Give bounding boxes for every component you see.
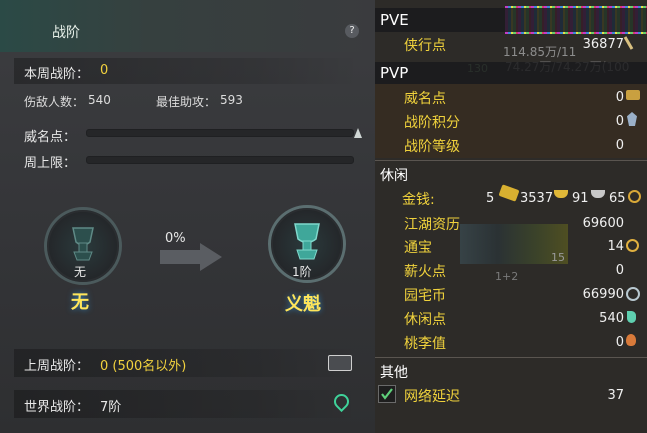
progress-arrow-body [160, 250, 202, 264]
other-header: 其他 [380, 365, 408, 381]
pvp-score-value: 0 [615, 114, 624, 129]
slot-number: 15 [551, 251, 565, 264]
money-copper: 65 [609, 191, 626, 206]
leisure-item-4-label: 休闲点 [404, 312, 446, 328]
pvp-level-label: 战阶等级 [404, 139, 460, 155]
money-gold-bar: 5 [486, 191, 495, 206]
rank-progress: 0% [165, 231, 186, 246]
current-rank-name: 无 [71, 292, 89, 313]
leisure-item-2-value: 0 [615, 263, 624, 278]
fame-bar [86, 129, 354, 137]
money-silver: 91 [572, 191, 589, 206]
leaf-icon [627, 311, 636, 323]
fame-badge-icon [626, 90, 640, 100]
other-item-label: 网络延迟 [404, 389, 460, 405]
last-week-value: 0 (500名以外) [100, 359, 187, 374]
divider [375, 160, 647, 161]
pvp-fame-label: 威名点 [404, 91, 446, 107]
leisure-item-3-value: 66990 [582, 287, 624, 302]
hotkey-text: 1+2 [495, 270, 519, 283]
pve-item-label: 侠行点 [404, 38, 446, 54]
pvp-level-value: 0 [615, 138, 624, 153]
leisure-item-5-label: 桃李值 [404, 336, 446, 352]
leisure-item-4-value: 540 [599, 311, 624, 326]
leisure-item-1-label: 通宝 [404, 240, 432, 256]
fame-label: 威名点： [24, 130, 77, 145]
house-coin-icon [626, 287, 640, 301]
leisure-header: 休闲 [380, 168, 408, 184]
defeated-value: 540 [88, 93, 111, 107]
pvp-fame-value: 0 [615, 90, 624, 105]
leisure-item-3-label: 园宅币 [404, 288, 446, 304]
latency-checkbox[interactable] [378, 385, 396, 403]
copper-coin-icon [628, 190, 641, 203]
leisure-item-0-label: 江湖资历 [404, 217, 460, 233]
next-rank-text: 1阶 [292, 265, 312, 279]
other-item-value: 37 [607, 388, 624, 403]
leisure-item-0-value: 69600 [582, 216, 624, 231]
defeated-label: 伤敌人数： [24, 95, 85, 109]
divider [375, 357, 647, 358]
peach-icon [626, 334, 636, 346]
money-label: 金钱: [402, 192, 435, 208]
chest-icon[interactable] [328, 355, 352, 371]
world-rank-value: 7阶 [100, 400, 122, 415]
pve-header: PVE [380, 11, 409, 29]
last-week-label: 上周战阶： [24, 359, 90, 374]
best-assist-value: 593 [220, 93, 243, 107]
weekly-cap-label: 周上限： [24, 156, 77, 171]
pvp-header-bg [375, 62, 647, 84]
help-icon[interactable]: ? [345, 24, 359, 38]
checkmark-icon [381, 388, 393, 400]
coin-icon [626, 239, 639, 252]
leisure-item-1-value: 14 [607, 239, 624, 254]
world-rank-label: 世界战阶： [24, 400, 90, 415]
pve-header-bg [375, 8, 647, 32]
this-week-label: 本周战阶： [24, 67, 90, 82]
this-week-value: 0 [100, 63, 109, 78]
weekly-cap-bar [86, 156, 354, 164]
pve-item-value: 36877 [582, 37, 624, 52]
leisure-item-2-label: 薪火点 [404, 264, 446, 280]
pvp-header: PVP [380, 64, 409, 82]
panel-title: 战阶 [52, 25, 80, 41]
best-assist-label: 最佳助攻： [156, 95, 217, 109]
pvp-score-label: 战阶积分 [404, 115, 460, 131]
arrow-right-icon [200, 243, 222, 271]
money-gold: 3537 [520, 191, 554, 206]
fame-marker-icon [354, 128, 362, 138]
next-rank-name: 义魁 [285, 294, 321, 315]
current-rank-text: 无 [74, 265, 87, 279]
leisure-item-5-value: 0 [615, 335, 624, 350]
